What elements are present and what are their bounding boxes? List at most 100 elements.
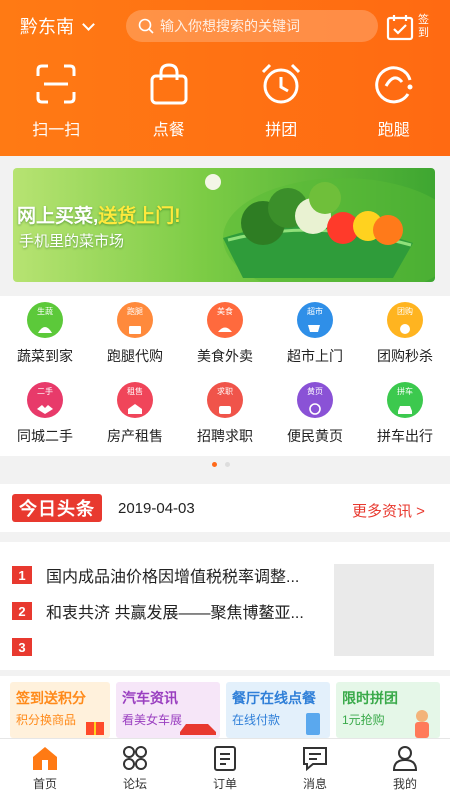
phone-icon: 黄页 bbox=[297, 382, 333, 418]
quick-action-label: 点餐 bbox=[152, 122, 185, 139]
carousel-dot[interactable] bbox=[225, 462, 230, 467]
vegetable-icon: 生蔬 bbox=[27, 302, 63, 338]
category-label: 跑腿代购 bbox=[107, 348, 163, 364]
news-rank: 1 bbox=[12, 566, 32, 584]
phone-order-icon bbox=[306, 713, 320, 735]
house-icon: 租售 bbox=[117, 382, 153, 418]
promo-card-restaurant[interactable]: 餐厅在线点餐 在线付款 bbox=[226, 682, 330, 738]
quick-action-scan[interactable]: 扫一扫 bbox=[0, 62, 113, 142]
banner-subtitle: 手机里的菜市场 bbox=[19, 233, 125, 250]
category-food[interactable]: 美食 美食外卖 bbox=[180, 302, 270, 372]
category-label: 蔬菜到家 bbox=[17, 348, 73, 364]
category-label: 房产租售 bbox=[107, 428, 163, 444]
quick-actions: 扫一扫 点餐 拼团 跑腿 bbox=[0, 62, 450, 142]
profile-icon bbox=[392, 746, 418, 771]
tab-label: 论坛 bbox=[122, 777, 147, 791]
tab-label: 消息 bbox=[302, 777, 327, 791]
promo-title: 汽车资讯 bbox=[122, 690, 178, 706]
location-selector[interactable]: 黔东南 bbox=[20, 14, 95, 38]
category-label: 团购秒杀 bbox=[377, 348, 433, 364]
promo-card-auto[interactable]: 汽车资讯 看美女车展 bbox=[116, 682, 220, 738]
promo-title: 签到送积分 bbox=[16, 690, 86, 706]
scan-icon bbox=[36, 64, 76, 104]
carousel-indicator bbox=[212, 462, 230, 467]
search-input[interactable] bbox=[160, 18, 360, 34]
tab-messages[interactable]: 消息 bbox=[270, 739, 360, 800]
shopper-image bbox=[415, 710, 429, 738]
category-label: 拼车出行 bbox=[377, 428, 433, 444]
category-realestate[interactable]: 租售 房产租售 bbox=[90, 382, 180, 452]
home-icon bbox=[33, 747, 57, 770]
order-icon bbox=[214, 746, 236, 771]
tab-orders[interactable]: 订单 bbox=[180, 739, 270, 800]
promo-card-signin[interactable]: 签到送积分 积分换商品 bbox=[10, 682, 110, 738]
category-label: 美食外卖 bbox=[197, 348, 253, 364]
signin-label: 签到 bbox=[418, 14, 429, 39]
news-rank: 3 bbox=[12, 638, 32, 656]
tab-label: 首页 bbox=[32, 777, 57, 791]
shopping-bag-icon bbox=[150, 63, 188, 105]
category-label: 超市上门 bbox=[287, 348, 343, 364]
news-title: 国内成品油价格因增值税税率调整... bbox=[46, 569, 300, 586]
calendar-check-icon bbox=[386, 15, 414, 41]
more-news-link[interactable]: 更多资讯 > bbox=[352, 500, 425, 521]
car-image bbox=[180, 724, 216, 735]
category-label: 便民黄页 bbox=[287, 428, 343, 444]
search-bar[interactable] bbox=[126, 10, 378, 42]
quick-action-errand[interactable]: 跑腿 bbox=[338, 62, 450, 142]
carousel-dot-active[interactable] bbox=[212, 462, 217, 467]
handshake-icon: 二手 bbox=[27, 382, 63, 418]
news-item[interactable]: 2 和衷共济 共赢发展——聚焦博鳌亚... bbox=[12, 600, 304, 622]
category-carpool[interactable]: 拼车 拼车出行 bbox=[360, 382, 450, 452]
category-yellowpages[interactable]: 黄页 便民黄页 bbox=[270, 382, 360, 452]
news-rank: 2 bbox=[12, 602, 32, 620]
signin-button[interactable]: 签到 bbox=[386, 10, 442, 44]
quick-action-label: 扫一扫 bbox=[32, 122, 81, 139]
tab-home[interactable]: 首页 bbox=[0, 739, 90, 800]
headline-logo: 今日头条 bbox=[12, 494, 102, 522]
shopping-cart-icon: 超市 bbox=[297, 302, 333, 338]
bottom-tab-bar: 首页 论坛 订单 消息 我的 bbox=[0, 738, 450, 800]
news-thumbnail[interactable] bbox=[334, 564, 434, 656]
alarm-clock-icon bbox=[262, 63, 301, 104]
news-item[interactable]: 1 国内成品油价格因增值税税率调整... bbox=[12, 564, 299, 586]
quick-action-label: 拼团 bbox=[265, 122, 298, 139]
category-label: 招聘求职 bbox=[197, 428, 253, 444]
category-groupbuy[interactable]: 团购 团购秒杀 bbox=[360, 302, 450, 372]
location-label: 黔东南 bbox=[20, 17, 74, 37]
forum-icon bbox=[123, 746, 147, 770]
promo-title: 限时拼团 bbox=[342, 690, 398, 706]
category-vegetables[interactable]: 生蔬 蔬菜到家 bbox=[0, 302, 90, 372]
category-grid: 生蔬 蔬菜到家 跑腿 跑腿代购 美食 美食外卖 超市 超市上门 团购 团购秒杀 bbox=[0, 296, 450, 456]
car-icon: 拼车 bbox=[387, 382, 423, 418]
gift-icon bbox=[86, 722, 104, 735]
app-header: 黔东南 签到 扫一扫 点餐 bbox=[0, 0, 450, 156]
category-jobs[interactable]: 求职 招聘求职 bbox=[180, 382, 270, 452]
quick-action-order[interactable]: 点餐 bbox=[113, 62, 226, 142]
promo-card-groupbuy[interactable]: 限时拼团 1元抢购 bbox=[336, 682, 440, 738]
category-secondhand[interactable]: 二手 同城二手 bbox=[0, 382, 90, 452]
briefcase-icon: 求职 bbox=[207, 382, 243, 418]
promo-title: 餐厅在线点餐 bbox=[232, 690, 316, 706]
quick-action-label: 跑腿 bbox=[377, 122, 410, 139]
coupon-icon: 团购 bbox=[387, 302, 423, 338]
headline-date: 2019-04-03 bbox=[118, 500, 195, 517]
news-title: 和衷共济 共赢发展——聚焦博鳌亚... bbox=[46, 605, 304, 622]
message-icon bbox=[303, 747, 327, 771]
errand-bag-icon: 跑腿 bbox=[117, 302, 153, 338]
tab-label: 我的 bbox=[392, 777, 417, 791]
search-icon bbox=[138, 18, 154, 34]
tab-label: 订单 bbox=[212, 777, 237, 791]
errand-icon bbox=[374, 66, 413, 104]
quick-action-group[interactable]: 拼团 bbox=[225, 62, 338, 142]
banner-title: 网上买菜,送货上门! bbox=[17, 206, 181, 227]
tab-profile[interactable]: 我的 bbox=[360, 739, 450, 800]
category-supermarket[interactable]: 超市 超市上门 bbox=[270, 302, 360, 372]
food-icon: 美食 bbox=[207, 302, 243, 338]
chevron-down-icon bbox=[82, 17, 95, 31]
category-label: 同城二手 bbox=[17, 428, 73, 444]
promo-banner[interactable]: 网上买菜,送货上门! 手机里的菜市场 bbox=[13, 168, 435, 282]
tab-forum[interactable]: 论坛 bbox=[90, 739, 180, 800]
news-item[interactable]: 3 bbox=[12, 636, 46, 658]
category-errand[interactable]: 跑腿 跑腿代购 bbox=[90, 302, 180, 372]
